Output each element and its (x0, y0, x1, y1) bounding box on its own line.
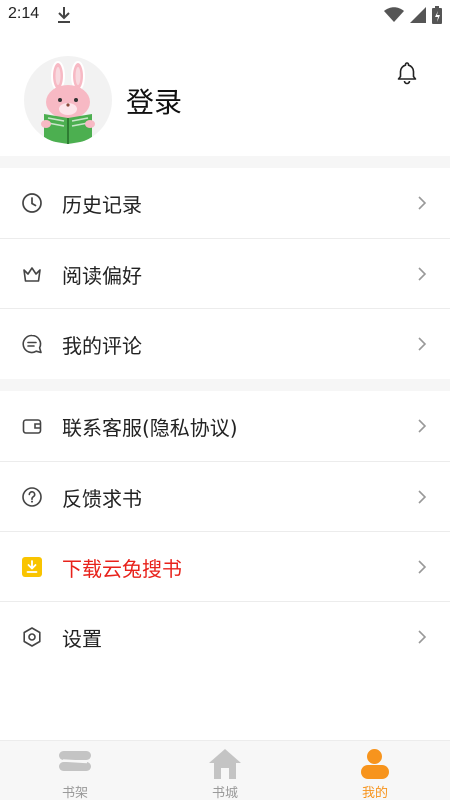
tab-bookshelf[interactable]: 书架 (0, 741, 150, 800)
menu-item-customer-service[interactable]: 联系客服(隐私协议) (0, 391, 450, 461)
menu-item-label: 下载云兔搜书 (62, 557, 182, 581)
rabbit-avatar-icon (41, 61, 95, 144)
menu-item-label: 联系客服(隐私协议) (62, 416, 238, 440)
clock-icon (20, 191, 44, 215)
tab-label: 书架 (61, 786, 88, 800)
menu-item-label: 历史记录 (62, 193, 142, 217)
bell-icon[interactable] (394, 60, 420, 86)
signal-icon (410, 7, 426, 27)
profile-header: 登录 (0, 32, 450, 156)
menu-item-label: 反馈求书 (62, 487, 142, 511)
chevron-right-icon (416, 628, 428, 646)
chevron-right-icon (416, 265, 428, 283)
download-icon (20, 555, 44, 579)
gear-icon (20, 625, 44, 649)
menu-item-label: 阅读偏好 (62, 264, 142, 288)
battery-icon (432, 6, 442, 28)
menu-item-label: 我的评论 (62, 334, 142, 358)
menu-item-settings[interactable]: 设置 (0, 602, 450, 672)
comment-icon (20, 332, 44, 356)
download-status-icon (56, 6, 72, 28)
menu-item-feedback[interactable]: 反馈求书 (0, 462, 450, 532)
menu-item-reading-preference[interactable]: 阅读偏好 (0, 239, 450, 309)
menu-item-download-app[interactable]: 下载云兔搜书 (0, 532, 450, 602)
question-icon (20, 485, 44, 509)
chevron-right-icon (416, 335, 428, 353)
wifi-icon (384, 7, 404, 27)
tab-mine[interactable]: 我的 (300, 741, 450, 800)
avatar[interactable] (24, 56, 112, 144)
tab-bookstore[interactable]: 书城 (150, 741, 300, 800)
wallet-icon (20, 414, 44, 438)
chevron-right-icon (416, 488, 428, 506)
person-icon (357, 747, 393, 781)
home-icon (207, 747, 243, 781)
login-button[interactable]: 登录 (126, 81, 182, 121)
chevron-right-icon (416, 194, 428, 212)
status-time: 2:14 (8, 5, 40, 22)
bottom-tab-bar: 书架 书城 我的 (0, 740, 450, 800)
section-gap (0, 379, 450, 391)
crown-icon (20, 262, 44, 286)
menu-item-history[interactable]: 历史记录 (0, 168, 450, 238)
tab-label: 书城 (211, 786, 238, 800)
system-icons (384, 6, 442, 28)
menu-item-my-comments[interactable]: 我的评论 (0, 309, 450, 379)
chevron-right-icon (416, 417, 428, 435)
section-gap (0, 156, 450, 168)
status-bar: 2:14 (0, 0, 450, 32)
menu-item-label: 设置 (62, 627, 102, 651)
bookshelf-icon (57, 747, 93, 781)
tab-label: 我的 (361, 786, 388, 800)
chevron-right-icon (416, 558, 428, 576)
